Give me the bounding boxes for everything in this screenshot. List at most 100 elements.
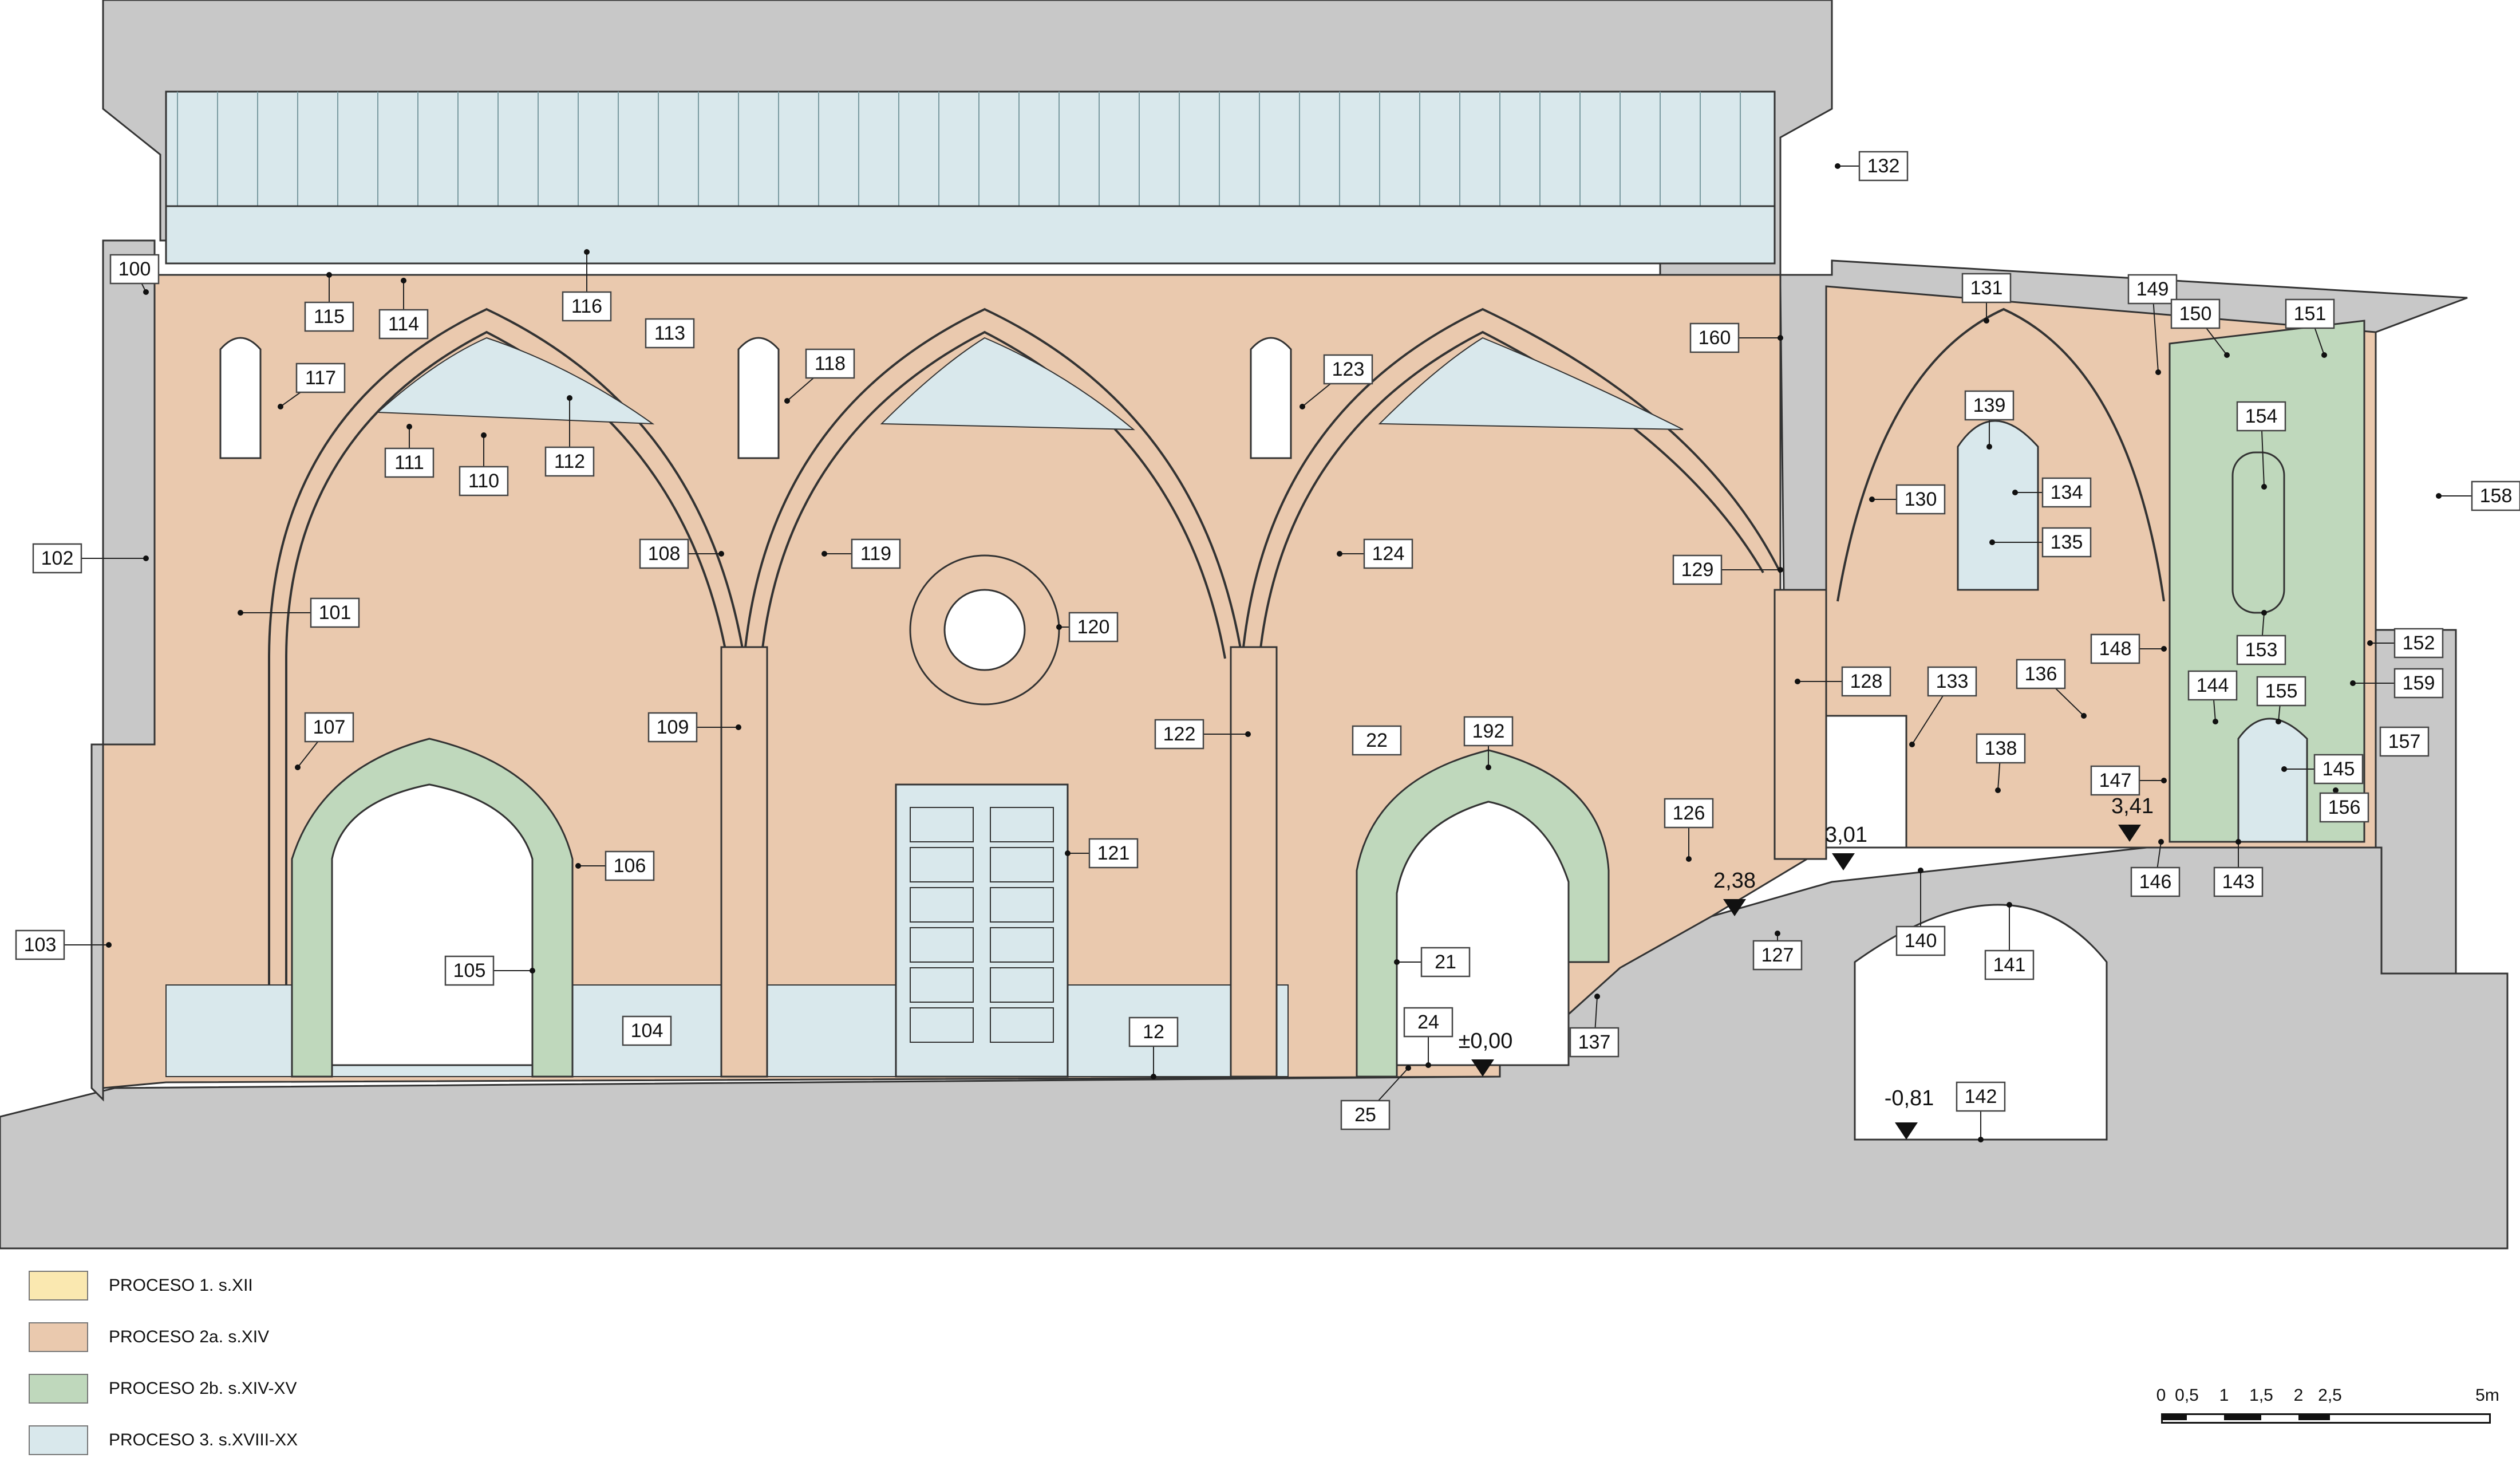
tag-leader-dot (1245, 731, 1251, 737)
tag-leader-dot (1909, 742, 1915, 747)
tag-leader-dot (2367, 640, 2373, 646)
tag-label: 101 (319, 602, 351, 624)
tag-leader-dot (278, 404, 283, 409)
legend-swatch (29, 1374, 88, 1404)
tag-label: 103 (24, 934, 57, 956)
tag-label: 135 (2051, 531, 2083, 553)
tag-leader-dot (1337, 551, 1342, 557)
scale-tick-label: 2 (2293, 1386, 2304, 1405)
scale-tick-label: 0,5 (2175, 1386, 2199, 1405)
tag-label: 121 (1097, 842, 1130, 864)
tag-leader-dot (295, 764, 301, 770)
level-text-2: 3,01 (1825, 823, 1867, 847)
scale-tick-label: 5m (2475, 1386, 2499, 1405)
scale-tick-label: 1 (2219, 1386, 2229, 1405)
tag-leader-dot (1778, 567, 1783, 573)
tag-label: 133 (1936, 671, 1969, 692)
tag-leader-dot (238, 610, 243, 616)
scale-bar-segment (2224, 1413, 2261, 1420)
tag-label: 22 (1366, 730, 1388, 751)
tag-leader-dot (2224, 352, 2230, 358)
tag-leader-dot (1986, 444, 1992, 450)
tag-label: 109 (657, 716, 689, 738)
tag-leader-dot (406, 424, 412, 429)
legend-item: PROCESO 1. s.XII (29, 1260, 544, 1311)
tag-leader-dot (1594, 994, 1600, 999)
tag-label: 105 (453, 960, 486, 982)
tag-label: 117 (305, 367, 336, 389)
tag-label: 139 (1973, 395, 2006, 416)
tag-label: 123 (1332, 358, 1365, 380)
tag-label: 122 (1163, 723, 1196, 745)
tag-label: 111 (394, 452, 424, 474)
tag-label: 151 (2294, 303, 2327, 325)
level-text-4: -0,81 (1885, 1086, 1934, 1110)
tag-leader-dot (1835, 163, 1840, 169)
tag-leader-dot (2276, 719, 2281, 724)
reference-tag: 113 (645, 318, 695, 349)
tag-leader-dot (2006, 902, 2012, 908)
scale-bar-segment (2298, 1413, 2330, 1420)
tag-leader-dot (736, 724, 741, 730)
tag-leader-dot (143, 555, 149, 561)
tag-label: 124 (1372, 543, 1405, 565)
tag-label: 142 (1965, 1086, 1997, 1108)
chapel-small-door (2237, 718, 2308, 843)
tag-label: 159 (2403, 672, 2435, 694)
tag-leader-dot (1151, 1074, 1156, 1079)
tag-label: 155 (2265, 680, 2298, 702)
tag-leader-dot (575, 863, 581, 869)
tag-label: 25 (1354, 1104, 1376, 1126)
tag-leader-dot (718, 551, 724, 557)
tag-label: 112 (554, 451, 585, 472)
tag-leader-dot (2321, 352, 2327, 358)
tag-label: 126 (1673, 802, 1705, 824)
tag-leader-dot (401, 278, 406, 283)
tag-label: 119 (860, 543, 891, 565)
section-elevation-svg: ±0,00 2,38 3,01 3,41 -0,81 100 101 102 103 1… (0, 0, 2520, 1250)
tag-leader-dot (2261, 484, 2267, 490)
tag-leader-dot (1065, 850, 1071, 856)
tag-label: 157 (2388, 731, 2421, 752)
tag-label: 24 (1417, 1011, 1439, 1033)
tag-leader-dot (1989, 539, 1995, 545)
level-marker-2: 3,01 (1825, 823, 1867, 870)
tag-label: 21 (1435, 951, 1456, 973)
tag-label: 127 (1761, 944, 1794, 966)
tag-leader-dot (1778, 335, 1783, 341)
tag-leader-dot (584, 249, 590, 255)
tag-label: 138 (1985, 738, 2017, 759)
legend-label: PROCESO 1. s.XII (109, 1276, 253, 1295)
tag-label: 153 (2245, 639, 2278, 661)
scale-bar-segment (2161, 1413, 2187, 1420)
legend-swatch (29, 1322, 88, 1352)
legend-item: PROCESO 2b. s.XIV-XV (29, 1363, 544, 1414)
tag-leader-dot (1486, 764, 1491, 770)
tag-label: 100 (119, 258, 151, 280)
tag-leader-dot (784, 398, 790, 404)
legend: PROCESO 1. s.XII PROCESO 2a. s.XIV PROCE… (29, 1260, 544, 1466)
roof-beams (165, 90, 1776, 207)
tag-label: 192 (1472, 720, 1505, 742)
tag-label: 158 (2480, 485, 2513, 507)
tag-leader-dot (1394, 959, 1400, 965)
tag-label: 146 (2139, 871, 2172, 893)
tag-leader-dot (1775, 931, 1780, 936)
elevation-drawing: ±0,00 2,38 3,01 3,41 -0,81 100 101 102 103 1… (0, 0, 2520, 1455)
tag-label: 108 (648, 543, 681, 565)
tag-label: 118 (815, 353, 846, 375)
tag-label: 140 (1905, 930, 1937, 952)
tag-leader-dot (567, 395, 572, 401)
tag-label: 148 (2099, 638, 2132, 660)
tag-leader-dot (2333, 787, 2339, 793)
tag-label: 131 (1970, 277, 2003, 299)
reference-tag: 22 (1352, 725, 1402, 756)
tag-leader-dot (530, 968, 535, 974)
legend-swatch (29, 1425, 88, 1455)
legend-label: PROCESO 2b. s.XIV-XV (109, 1379, 297, 1398)
legend-label: PROCESO 3. s.XVIII-XX (109, 1430, 298, 1449)
cornice-band (165, 205, 1776, 265)
tag-label: 147 (2099, 770, 2132, 791)
tag-label: 160 (1699, 327, 1731, 349)
tag-leader-dot (1686, 856, 1692, 862)
